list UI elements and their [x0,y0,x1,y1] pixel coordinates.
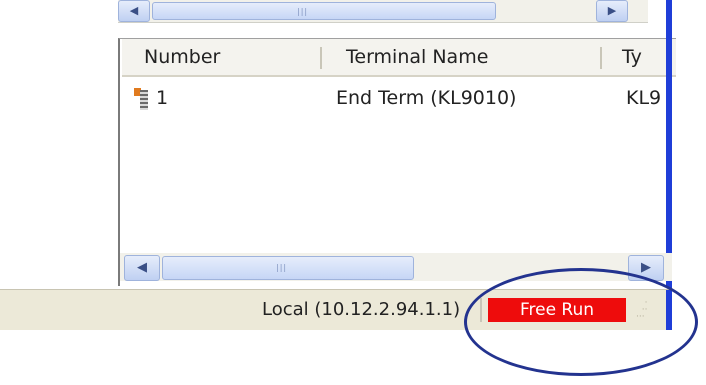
grip-icon: ||| [297,7,309,16]
bottom-horizontal-scrollbar[interactable]: ◀ ||| ▶ [120,253,672,281]
cell-terminal-name: End Term (KL9010) [336,87,517,109]
cell-number: 1 [156,87,169,109]
table-row[interactable]: 1 End Term (KL9010) KL9 [122,83,676,113]
list-header: Number Terminal Name Ty [122,39,676,77]
window-border [666,0,672,288]
column-separator[interactable] [600,47,602,69]
column-separator[interactable] [320,47,322,69]
terminal-icon [134,88,148,110]
column-header-number[interactable]: Number [144,39,220,75]
column-header-type[interactable]: Ty [622,39,642,75]
top-horizontal-scrollbar[interactable]: ◀ ||| ▶ [118,0,648,23]
window-border [666,290,672,330]
status-separator [480,298,482,322]
column-header-terminal-name[interactable]: Terminal Name [346,39,488,75]
terminal-list: Number Terminal Name Ty 1 End Term (KL90… [118,38,676,286]
grip-icon: ||| [276,263,288,272]
status-bar: Local (10.12.2.94.1.1) Free Run · ·· ··· [0,289,672,330]
scrollbar-thumb[interactable]: ||| [162,256,414,280]
cell-type: KL9 [626,87,662,109]
scrollbar-thumb[interactable]: ||| [152,2,496,20]
scroll-left-icon[interactable]: ◀ [118,0,150,22]
arrow-left-icon[interactable]: ◀ [124,255,160,281]
resize-grip-icon[interactable]: · ·· ··· [636,299,660,324]
connection-status: Local (10.12.2.94.1.1) [262,299,461,320]
arrow-right-icon[interactable]: ▶ [628,255,664,281]
scroll-right-icon[interactable]: ▶ [596,0,628,22]
run-mode-badge: Free Run [488,298,626,322]
